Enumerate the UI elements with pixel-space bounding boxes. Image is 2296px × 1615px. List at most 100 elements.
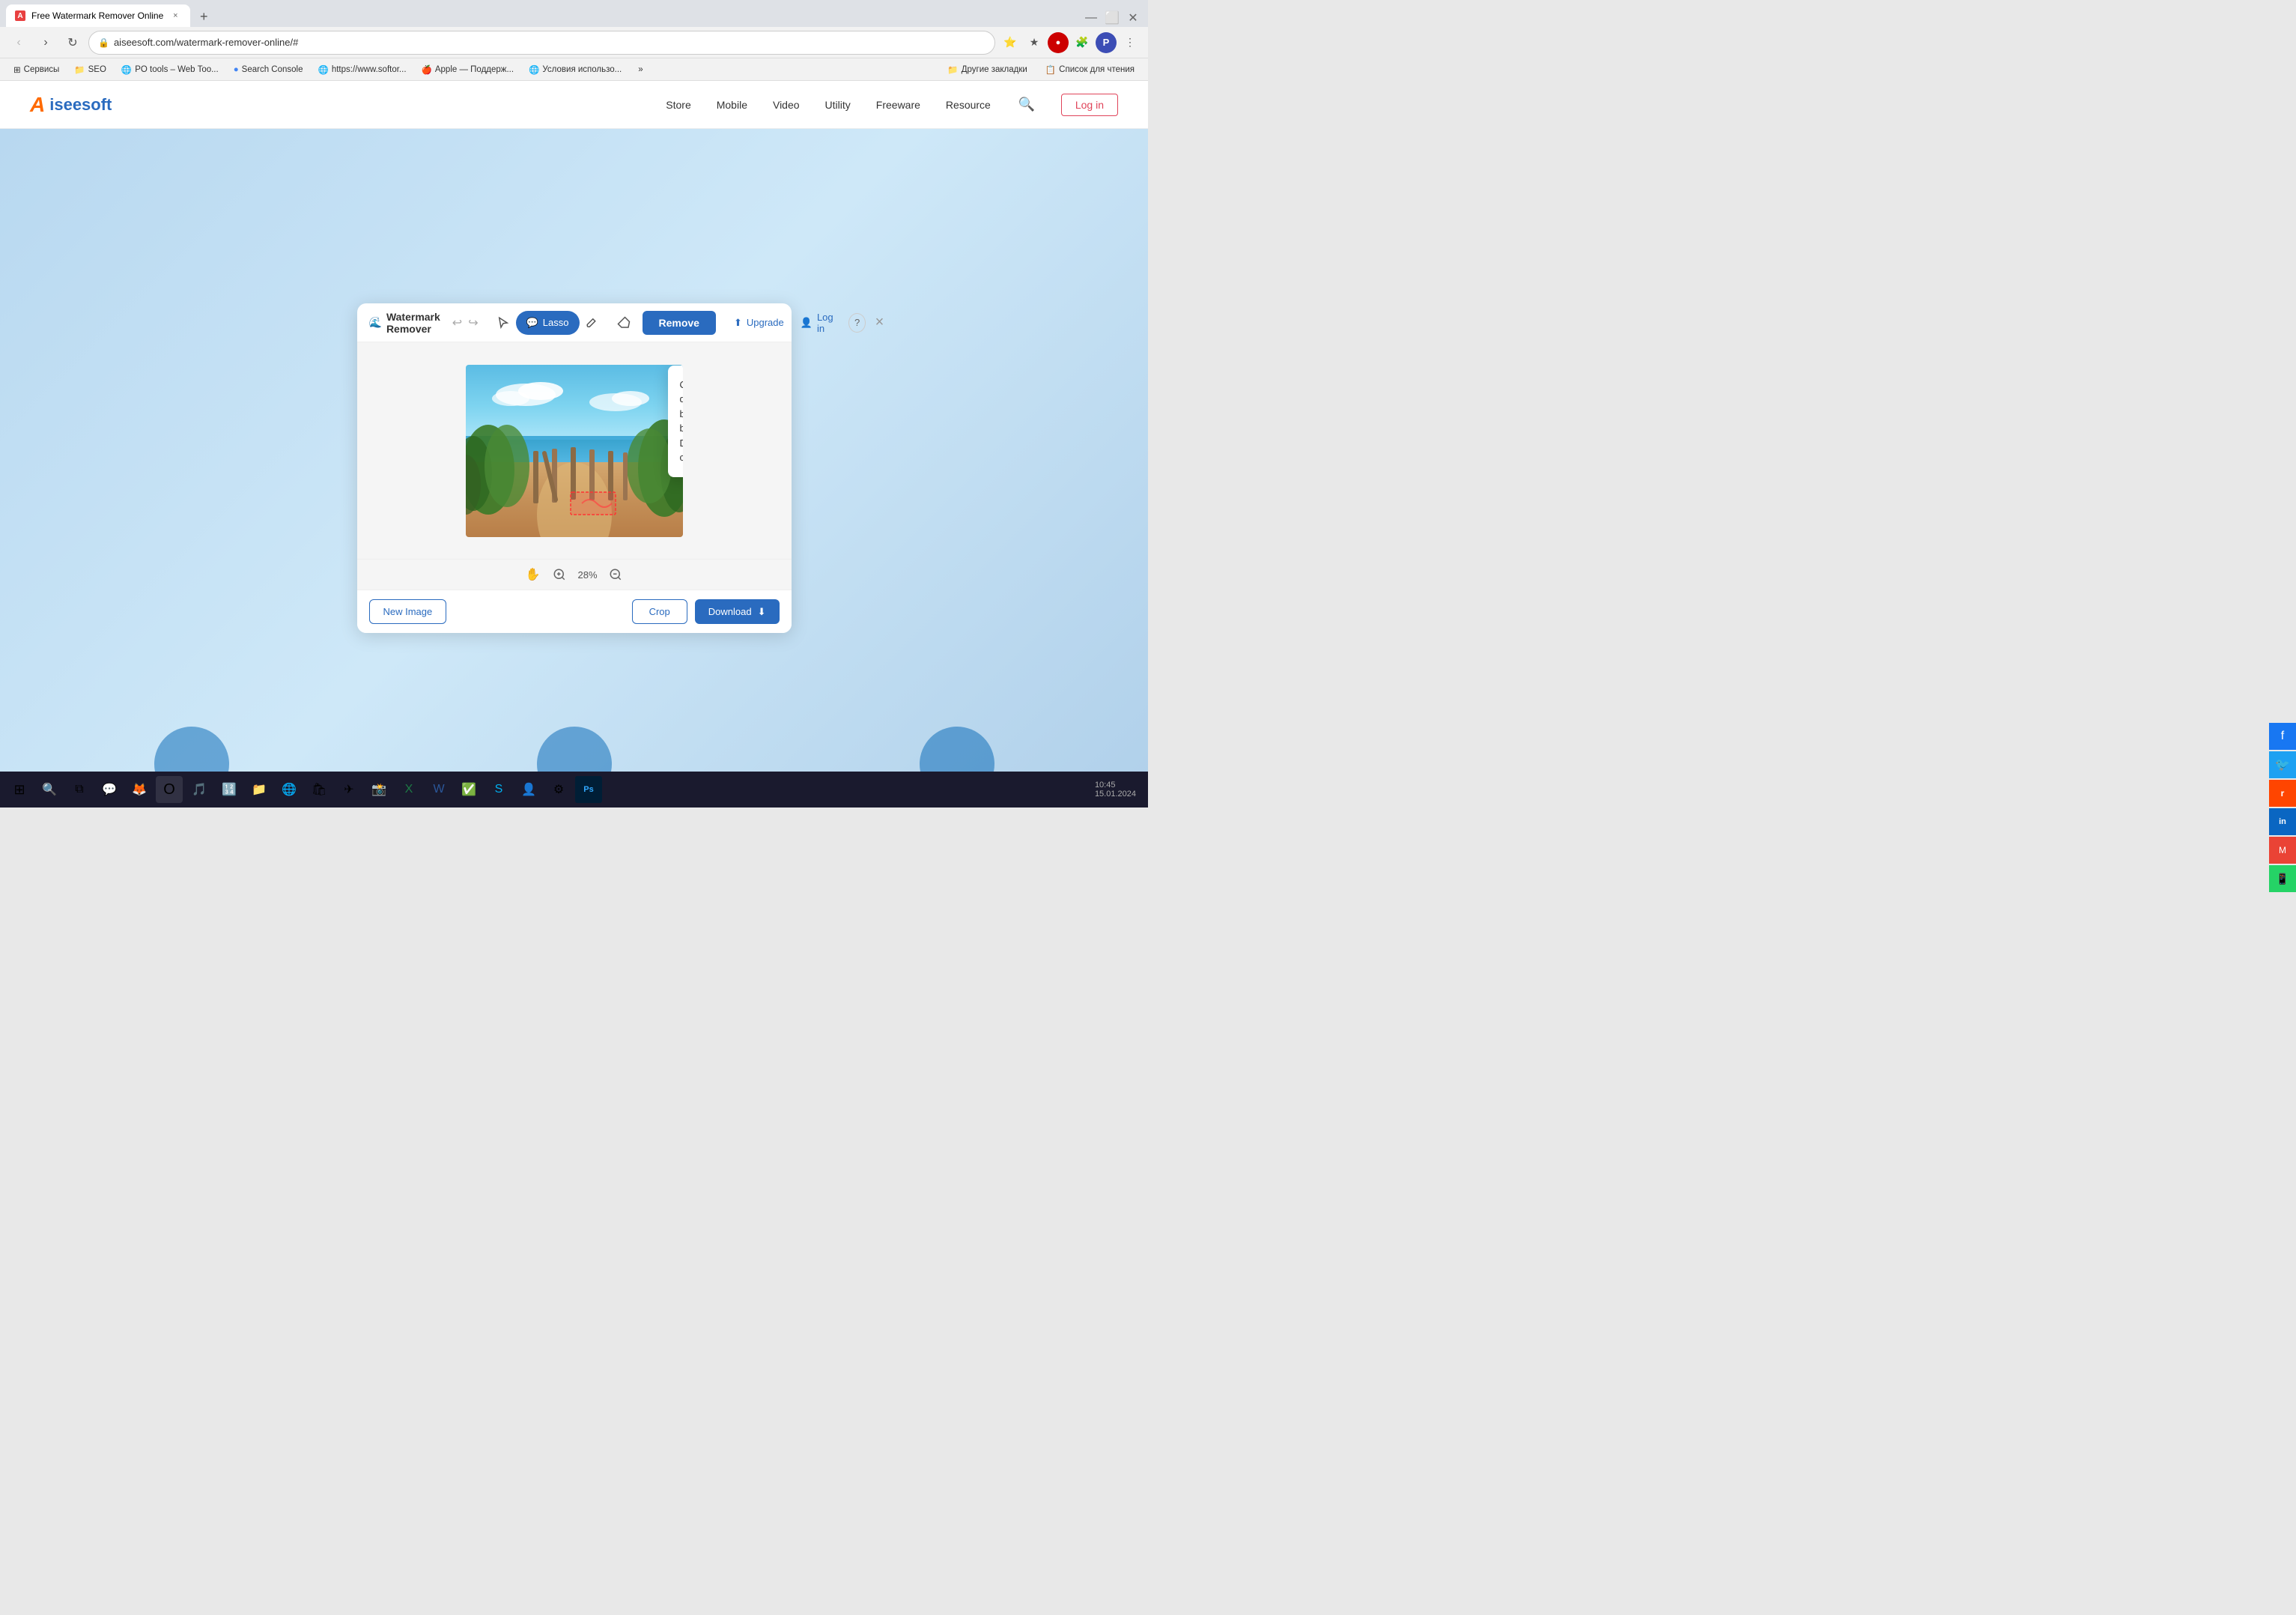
undo-button[interactable]: ↩ — [452, 312, 462, 333]
bookmark-reading-list[interactable]: 📋 Список для чтения — [1039, 63, 1141, 76]
nav-utility[interactable]: Utility — [824, 96, 852, 114]
taskbar-time: 10:4515.01.2024 — [1089, 781, 1142, 799]
taskbar-excel[interactable]: X — [395, 776, 422, 803]
nav-resource[interactable]: Resource — [944, 96, 992, 114]
taskbar-mail[interactable]: 💬 — [96, 776, 123, 803]
taskbar-photoshop[interactable]: Ps — [575, 776, 602, 803]
nav-video[interactable]: Video — [771, 96, 801, 114]
taskbar-telegram[interactable]: ✈ — [335, 776, 362, 803]
taskbar-skype[interactable]: S — [485, 776, 512, 803]
taskbar-music[interactable]: 🎵 — [186, 776, 213, 803]
site-header: Aiseesoft Store Mobile Video Utility Fre… — [0, 81, 1148, 129]
panel-logo: 🌊 Watermark Remover — [369, 311, 440, 335]
taskbar-store[interactable]: 🛍 — [306, 776, 332, 803]
bookmark-seo[interactable]: 📁 SEO — [68, 63, 112, 76]
extensions-puzzle-icon[interactable]: 🧩 — [1072, 32, 1093, 53]
nav-store[interactable]: Store — [664, 96, 692, 114]
zoom-controls: ✋ 28% — [357, 559, 792, 590]
tab-close-button[interactable]: × — [169, 10, 181, 22]
eraser-tool-button[interactable] — [617, 311, 631, 335]
zoom-value: 28% — [577, 569, 597, 581]
tooltip-text: Once the watermark removing is done, you… — [680, 379, 683, 464]
panel-close-button[interactable]: × — [870, 312, 889, 333]
nav-mobile[interactable]: Mobile — [715, 96, 749, 114]
taskbar-folder[interactable]: 📁 — [246, 776, 273, 803]
bookmark-apple-icon: 🍎 — [422, 64, 432, 75]
beach-image[interactable]: Once the watermark removing is done, you… — [466, 365, 683, 537]
panel-title: Watermark Remover — [386, 311, 440, 335]
nav-freeware[interactable]: Freeware — [875, 96, 922, 114]
record-icon[interactable]: ● — [1048, 32, 1069, 53]
panel-help-button[interactable]: ? — [848, 313, 866, 333]
taskbar-user[interactable]: 👤 — [515, 776, 542, 803]
redo-button[interactable]: ↪ — [468, 312, 478, 333]
bookmarks-bar: ⊞ Сервисы 📁 SEO 🌐 PO tools – Web Too... … — [0, 58, 1148, 81]
download-button[interactable]: Download ⬇ — [695, 599, 780, 624]
taskbar-calc[interactable]: 🔢 — [216, 776, 243, 803]
lasso-icon: 💬 — [526, 317, 538, 329]
bookmark-icon[interactable]: ★ — [1024, 32, 1045, 53]
tooltip-popup: Once the watermark removing is done, you… — [668, 366, 683, 477]
logo-text: iseesoft — [49, 95, 112, 115]
remove-button[interactable]: Remove — [643, 311, 716, 335]
new-tab-button[interactable]: + — [193, 6, 214, 27]
taskbar-chrome[interactable]: 🌐 — [276, 776, 303, 803]
site-logo[interactable]: Aiseesoft — [30, 93, 112, 117]
site-search-button[interactable]: 🔍 — [1015, 93, 1039, 117]
pointer-tool-button[interactable] — [496, 311, 510, 335]
menu-button[interactable]: ⋮ — [1120, 32, 1141, 53]
active-tab[interactable]: A Free Watermark Remover Online × — [6, 4, 190, 27]
watermark-remover-panel: 🌊 Watermark Remover ↩ ↪ 💬 Lasso — [357, 303, 792, 633]
brush-tool-button[interactable] — [586, 311, 599, 335]
url-text: aiseesoft.com/watermark-remover-online/# — [114, 37, 298, 48]
maximize-button[interactable]: ⬜ — [1103, 9, 1121, 27]
bookmark-po-tools[interactable]: 🌐 PO tools – Web Too... — [115, 63, 225, 76]
taskbar-firefox[interactable]: 🦊 — [126, 776, 153, 803]
panel-login-label: Log in — [817, 312, 838, 334]
taskbar-taskview[interactable]: ⧉ — [66, 776, 93, 803]
tab-title: Free Watermark Remover Online — [31, 10, 163, 21]
zoom-out-button[interactable] — [607, 566, 625, 584]
lock-icon: 🔒 — [98, 37, 109, 48]
back-button[interactable]: ‹ — [7, 31, 30, 54]
bookmark-search-console[interactable]: ● Search Console — [228, 64, 309, 76]
lasso-tool-button[interactable]: 💬 Lasso — [516, 311, 580, 335]
bookmark-terms[interactable]: 🌐 Условия использо... — [523, 63, 628, 76]
panel-toolbar: 🌊 Watermark Remover ↩ ↪ 💬 Lasso — [357, 303, 792, 342]
taskbar-settings[interactable]: ⚙ — [545, 776, 572, 803]
profile-button[interactable]: P — [1096, 32, 1117, 53]
panel-bottom: New Image Crop Download ⬇ — [357, 590, 792, 633]
bookmark-apple[interactable]: 🍎 Apple — Поддерж... — [416, 63, 520, 76]
logo-a: A — [30, 93, 45, 117]
upgrade-label: Upgrade — [747, 317, 784, 328]
crop-button[interactable]: Crop — [632, 599, 687, 624]
taskbar-start[interactable]: ⊞ — [6, 776, 33, 803]
upgrade-icon: ⬆ — [734, 317, 742, 329]
site-login-button[interactable]: Log in — [1061, 94, 1118, 116]
folder-icon: 📁 — [947, 64, 958, 75]
bookmark-services[interactable]: ⊞ Сервисы — [7, 63, 65, 76]
taskbar-search[interactable]: 🔍 — [36, 776, 63, 803]
bookmark-softor[interactable]: 🌐 https://www.softor... — [312, 63, 412, 76]
reading-list-icon: 📋 — [1045, 64, 1056, 75]
forward-button[interactable]: › — [34, 31, 57, 54]
taskbar-photo[interactable]: 📸 — [365, 776, 392, 803]
extensions-icon[interactable]: ⭐ — [1000, 32, 1021, 53]
panel-login-button[interactable]: 👤 Log in — [795, 309, 844, 337]
minimize-button[interactable]: — — [1082, 9, 1100, 27]
upgrade-button[interactable]: ⬆ Upgrade — [728, 314, 790, 332]
bookmarks-more-button[interactable]: » — [632, 64, 649, 76]
refresh-button[interactable]: ↻ — [61, 31, 84, 54]
taskbar-tick[interactable]: ✅ — [455, 776, 482, 803]
taskbar-opera[interactable]: O — [156, 776, 183, 803]
page-body: Aiseesoft Store Mobile Video Utility Fre… — [0, 81, 1148, 808]
bookmark-other[interactable]: 📁 Другие закладки — [941, 63, 1033, 76]
zoom-in-button[interactable] — [550, 566, 568, 584]
taskbar-word[interactable]: W — [425, 776, 452, 803]
image-area: Once the watermark removing is done, you… — [357, 342, 792, 559]
hand-tool-button[interactable]: ✋ — [523, 566, 541, 584]
new-image-button[interactable]: New Image — [369, 599, 447, 624]
address-bar[interactable]: 🔒 aiseesoft.com/watermark-remover-online… — [88, 31, 995, 55]
close-window-button[interactable]: ✕ — [1124, 9, 1142, 27]
panel-logo-icon: 🌊 — [369, 316, 382, 329]
